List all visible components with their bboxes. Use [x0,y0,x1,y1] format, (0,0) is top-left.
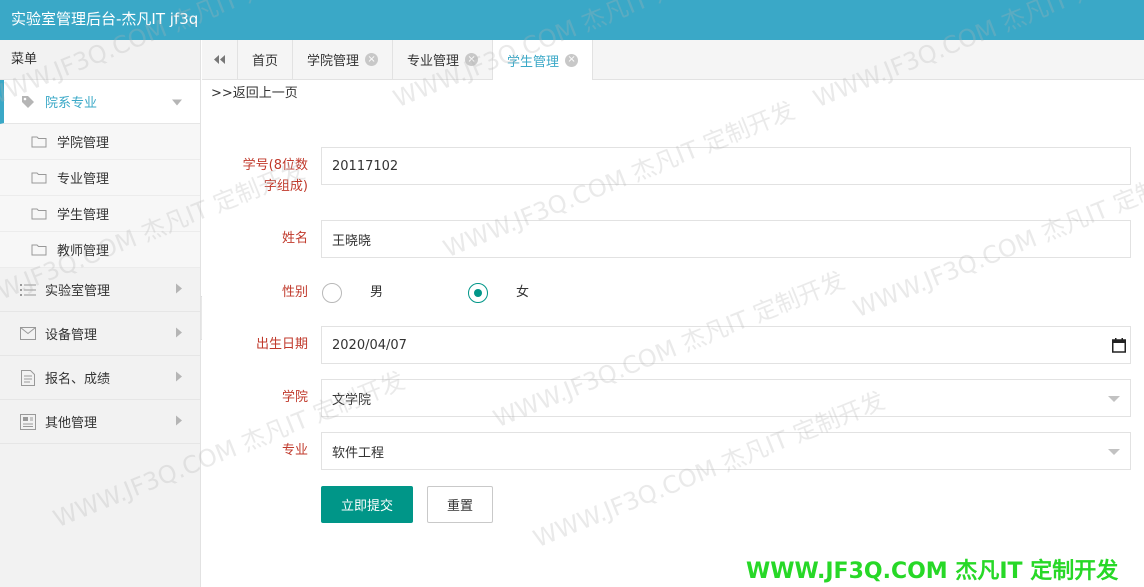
reset-button[interactable]: 重置 [427,486,493,523]
sidebar: 菜单 院系专业 学院管理 专业管理 学生管理 教师管理 实验室管理 设备管理 报… [0,40,201,587]
student-id-label-line2: 字组成) [263,179,308,194]
sidebar-group-label: 设备管理 [45,328,98,343]
caret-down-icon [1108,449,1120,455]
gender-male-label[interactable]: 男 [370,281,383,300]
sidebar-item-teacher-management[interactable]: 教师管理 [0,232,200,268]
chevron-right-icon [176,370,182,385]
tab-major-management[interactable]: 专业管理 × [393,40,494,79]
sidebar-item-college-management[interactable]: 学院管理 [0,124,200,160]
sidebar-group-label: 报名、成绩 [45,372,111,387]
chevron-right-icon [176,414,182,429]
submit-button[interactable]: 立即提交 [321,486,413,523]
name-input[interactable]: 王晓晓 [321,220,1131,258]
top-bar: 实验室管理后台-杰凡IT jf3q [0,0,1144,40]
tab-label: 首页 [252,54,279,69]
folder-icon [31,171,47,185]
tab-bar: 首页 学院管理 × 专业管理 × 学生管理 × [202,40,1144,80]
sidebar-item-student-management[interactable]: 学生管理 [0,196,200,232]
chevron-down-icon [172,94,182,109]
app-title: 实验室管理后台-杰凡IT jf3q [11,10,199,28]
folder-icon [31,135,47,149]
sidebar-group-other-management[interactable]: 其他管理 [0,400,200,444]
sidebar-item-label: 专业管理 [57,172,110,187]
sidebar-item-label: 学院管理 [57,136,110,151]
tab-student-management[interactable]: 学生管理 × [493,40,594,80]
tab-label: 学院管理 [307,54,360,69]
gender-label: 性别 [281,285,308,300]
student-id-label-line1: 学号(8位数 [242,158,308,173]
sidebar-group-label: 其他管理 [45,416,98,431]
college-label: 学院 [281,390,308,405]
close-icon[interactable]: × [565,53,579,67]
tab-home[interactable]: 首页 [238,40,294,79]
back-link[interactable]: >>返回上一页 [211,82,298,101]
birth-date-label: 出生日期 [255,337,308,352]
brand-watermark: WWW.JF3Q.COM 杰凡IT 定制开发 [746,559,1119,584]
double-chevron-left-icon [214,55,225,64]
sidebar-group-department-major[interactable]: 院系专业 [0,80,200,124]
sidebar-item-major-management[interactable]: 专业管理 [0,160,200,196]
folder-icon [31,243,47,257]
chevron-right-icon [176,326,182,341]
student-id-value: 20117102 [332,158,399,174]
major-label: 专业 [281,443,308,458]
sidebar-group-registration-scores[interactable]: 报名、成绩 [0,356,200,400]
close-icon[interactable]: × [365,53,379,66]
sidebar-group-lab-management[interactable]: 实验室管理 [0,268,200,312]
gender-male-radio[interactable] [322,283,342,303]
tag-icon [20,94,36,110]
list-icon [20,282,36,298]
chevron-right-icon [176,282,182,297]
sidebar-group-label: 院系专业 [45,96,98,111]
caret-down-icon [1108,396,1120,402]
sidebar-item-label: 学生管理 [57,208,110,223]
name-label: 姓名 [281,231,308,246]
name-value: 王晓晓 [332,233,372,249]
tab-label: 专业管理 [407,54,460,69]
birth-date-input[interactable]: 2020/04/07 [321,326,1131,364]
college-select[interactable]: 文学院 [321,379,1131,417]
college-value: 文学院 [332,392,372,408]
folder-icon [31,207,47,221]
student-id-input[interactable]: 20117102 [321,147,1131,185]
major-select[interactable]: 软件工程 [321,432,1131,470]
major-value: 软件工程 [332,445,385,461]
report-icon [20,413,36,430]
tab-scroll-left-button[interactable] [202,40,238,79]
birth-date-value: 2020/04/07 [332,337,407,353]
gender-female-radio[interactable] [468,283,488,303]
student-id-label: 学号(8位数 字组成) [243,155,308,197]
main-content: >>返回上一页 学号(8位数 字组成) 20117102 姓名 王晓晓 性别 男… [202,80,1144,587]
mail-icon [20,326,36,342]
calendar-icon[interactable] [1112,338,1126,357]
sidebar-group-equipment-management[interactable]: 设备管理 [0,312,200,356]
tab-label: 学生管理 [507,54,560,70]
tab-college-management[interactable]: 学院管理 × [293,40,394,79]
gender-female-label[interactable]: 女 [516,281,529,300]
sidebar-header: 菜单 [0,40,200,80]
document-icon [20,369,36,386]
sidebar-group-label: 实验室管理 [45,284,111,299]
sidebar-item-label: 教师管理 [57,244,110,259]
close-icon[interactable]: × [465,53,479,66]
